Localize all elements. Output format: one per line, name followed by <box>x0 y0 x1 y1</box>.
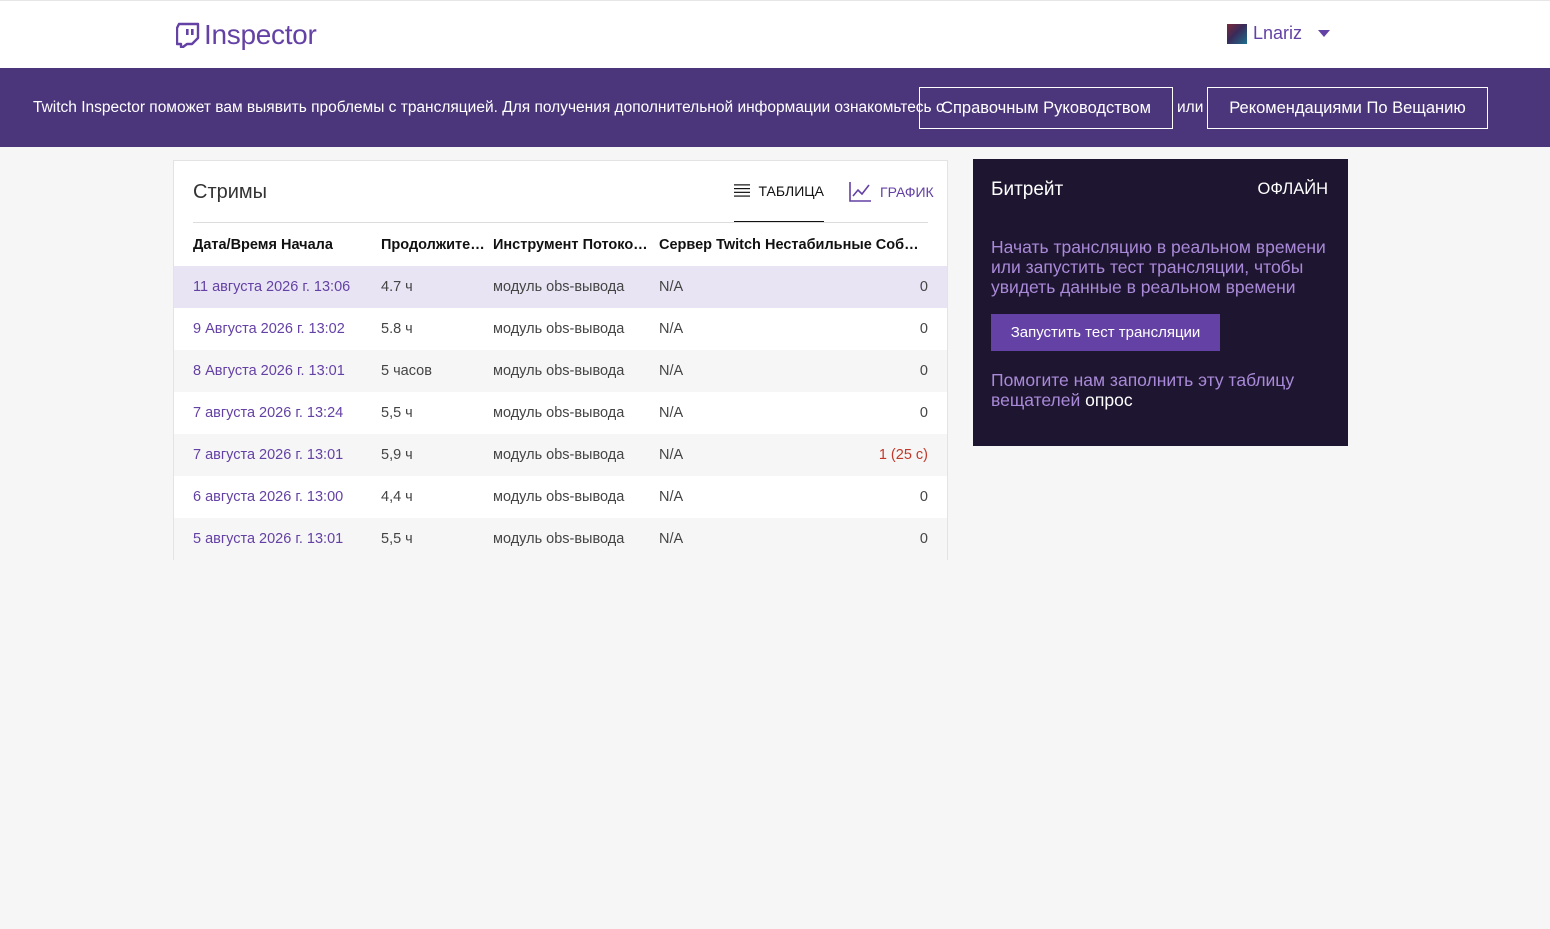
survey-prompt: Помогите нам заполнить эту таблицу вещат… <box>991 370 1295 410</box>
cell-server: N/A <box>659 321 684 337</box>
cell-events: 0 <box>919 405 928 421</box>
table-row[interactable]: 7 августа 2026 г. 13:01 5,9 ч модуль obs… <box>174 434 947 476</box>
streams-card: Стримы ТАБЛИЦА ГРАФИК Дата/Время Начала … <box>173 160 948 560</box>
cell-tool: модуль obs-вывода <box>493 489 625 505</box>
survey-text: Помогите нам заполнить эту таблицу вещат… <box>991 370 1336 410</box>
column-header-duration[interactable]: Продолжительность <box>381 237 493 253</box>
cell-events: 0 <box>919 279 928 295</box>
survey-link[interactable]: опрос <box>1085 390 1132 410</box>
tab-chart-label: ГРАФИК <box>880 184 934 200</box>
cell-start: 8 Августа 2026 г. 13:01 <box>193 363 345 379</box>
inspector-logo[interactable]: Inspector <box>176 19 317 51</box>
bitrate-message: Начать трансляцию в реальном времени или… <box>991 237 1326 297</box>
guide-button[interactable]: Справочным Руководством <box>919 87 1173 129</box>
column-header-start[interactable]: Дата/Время Начала <box>193 237 381 253</box>
cell-tool: модуль obs-вывода <box>493 321 625 337</box>
cell-server: N/A <box>659 405 684 421</box>
table-row[interactable]: 8 Августа 2026 г. 13:01 5 часов модуль o… <box>174 350 947 392</box>
cell-server: N/A <box>659 489 684 505</box>
cell-server: N/A <box>659 447 684 463</box>
line-chart-icon <box>849 182 871 202</box>
logo-text: Inspector <box>204 19 317 50</box>
cell-events: 0 <box>919 363 928 379</box>
table-body: 11 августа 2026 г. 13:06 4.7 ч модуль ob… <box>174 266 947 560</box>
cell-start: 7 августа 2026 г. 13:24 <box>193 405 344 421</box>
tab-table-label: ТАБЛИЦА <box>758 183 824 199</box>
column-header-events[interactable]: Нестабильные События <box>765 237 928 253</box>
username: Lnariz <box>1253 23 1303 43</box>
status-badge: ОФЛАЙН <box>1257 180 1328 198</box>
start-test-button[interactable]: Запустить тест трансляции <box>991 314 1220 351</box>
chevron-down-icon <box>1318 30 1331 37</box>
cell-duration: 4.7 ч <box>381 279 413 295</box>
info-banner: Twitch Inspector поможет вам выявить про… <box>0 68 1550 147</box>
table-row[interactable]: 11 августа 2026 г. 13:06 4.7 ч модуль ob… <box>174 266 947 308</box>
cell-duration: 5 часов <box>381 363 432 379</box>
tab-chart[interactable]: ГРАФИК <box>848 161 934 223</box>
banner-text: Twitch Inspector поможет вам выявить про… <box>33 99 944 116</box>
streams-title: Стримы <box>193 181 268 203</box>
cell-start: 7 августа 2026 г. 13:01 <box>193 447 344 463</box>
cell-duration: 5,5 ч <box>381 531 413 547</box>
user-menu[interactable]: Lnariz <box>1227 23 1331 44</box>
cell-tool: модуль obs-вывода <box>493 279 625 295</box>
cell-server: N/A <box>659 363 684 379</box>
list-icon <box>734 184 751 197</box>
cell-events: 0 <box>919 321 928 337</box>
table-row[interactable]: 7 августа 2026 г. 13:24 5,5 ч модуль obs… <box>174 392 947 434</box>
recommendations-button[interactable]: Рекомендациями По Вещанию <box>1207 87 1488 129</box>
cell-events: 1 (25 с) <box>878 447 928 463</box>
avatar <box>1227 23 1247 44</box>
cell-server: N/A <box>659 531 684 547</box>
cell-tool: модуль obs-вывода <box>493 531 625 547</box>
column-header-server[interactable]: Сервер Twitch <box>659 237 765 253</box>
cell-events: 0 <box>919 489 928 505</box>
banner-or-text: или <box>1177 99 1204 116</box>
bitrate-title: Битрейт <box>991 179 1064 200</box>
cell-duration: 5,9 ч <box>381 447 413 463</box>
table-row[interactable]: 6 августа 2026 г. 13:00 4,4 ч модуль obs… <box>174 476 947 518</box>
cell-server: N/A <box>659 279 684 295</box>
cell-tool: модуль obs-вывода <box>493 447 625 463</box>
cell-events: 0 <box>919 531 928 547</box>
cell-start: 9 Августа 2026 г. 13:02 <box>193 321 345 337</box>
cell-start: 5 августа 2026 г. 13:01 <box>193 531 344 547</box>
bitrate-panel: Битрейт ОФЛАЙН Начать трансляцию в реаль… <box>973 159 1348 446</box>
table-header: Дата/Время Начала Продолжительность Инст… <box>193 223 928 266</box>
cell-start: 6 августа 2026 г. 13:00 <box>193 489 344 505</box>
cell-duration: 4,4 ч <box>381 489 413 505</box>
twitch-glitch-icon <box>176 22 200 48</box>
cell-duration: 5.8 ч <box>381 321 413 337</box>
top-bar: Inspector Lnariz <box>0 0 1550 68</box>
tab-table[interactable]: ТАБЛИЦА <box>734 161 824 223</box>
cell-duration: 5,5 ч <box>381 405 413 421</box>
table-row[interactable]: 5 августа 2026 г. 13:01 5,5 ч модуль obs… <box>174 518 947 560</box>
column-header-tool[interactable]: Инструмент Потоковой Передачи <box>493 237 659 253</box>
cell-start: 11 августа 2026 г. 13:06 <box>193 279 351 295</box>
cell-tool: модуль obs-вывода <box>493 363 625 379</box>
cell-tool: модуль obs-вывода <box>493 405 625 421</box>
table-row[interactable]: 9 Августа 2026 г. 13:02 5.8 ч модуль obs… <box>174 308 947 350</box>
